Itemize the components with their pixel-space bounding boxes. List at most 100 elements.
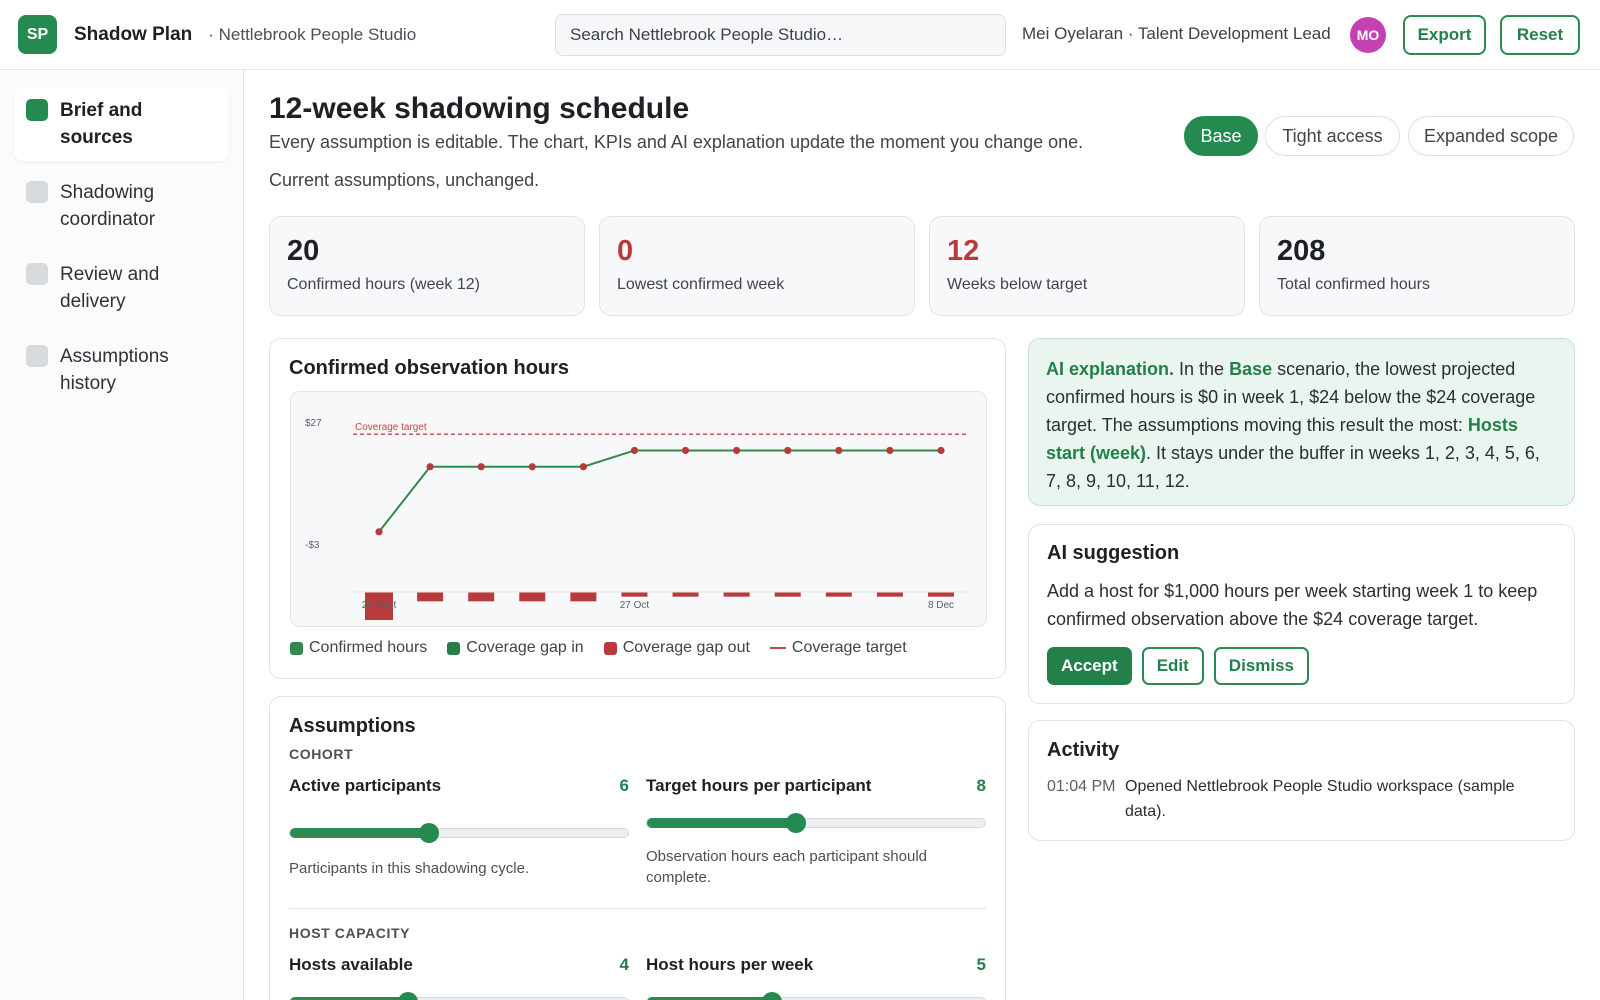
coverage-gap-out-bar [825, 592, 852, 597]
legend-item-coverage-gap-in: Coverage gap in [447, 639, 584, 657]
x-tick-label: 29 Sept [362, 600, 397, 611]
x-tick-label: 27 Oct [620, 600, 650, 611]
kpi-label: Total confirmed hours [1277, 276, 1430, 293]
slider-active-participants: Active participants 6 Participants in thi… [289, 776, 629, 888]
sidebar-item-coordinator[interactable]: Shadowing coordinator [14, 169, 229, 243]
slider-value: 6 [619, 776, 629, 795]
top-bar: SP Shadow Plan · Nettlebrook People Stud… [0, 0, 1600, 70]
ai-explanation-scenario: Base [1229, 359, 1273, 379]
slider-handle[interactable] [785, 813, 806, 833]
ai-explanation-lead: AI explanation. [1046, 359, 1175, 379]
kpi-value: 20 [287, 235, 320, 267]
slider-help-text: Observation hours each participant shoul… [646, 848, 928, 886]
user-name: Mei Oyelaran · Talent Development Lead [1022, 24, 1331, 43]
y-tick-label: -$3 [305, 540, 320, 551]
avatar[interactable]: MO [1350, 17, 1386, 53]
coverage-gap-out-bar [876, 592, 903, 597]
page-status: Current assumptions, unchanged. [269, 170, 540, 190]
slider-target-hours-per-participant: Target hours per participant 8 Observatio… [646, 776, 986, 888]
slider-handle[interactable] [418, 823, 439, 843]
ai-suggestion-text: Add a host for $1,000 hours per week sta… [1047, 581, 1538, 629]
coverage-gap-out-bar [774, 592, 801, 597]
confirmed-hours-point [528, 463, 536, 471]
legend-swatch [603, 641, 617, 655]
kpi-value: 208 [1277, 235, 1326, 267]
step-status-icon [26, 263, 48, 285]
scenario-tight-access-button[interactable]: Tight access [1265, 116, 1400, 156]
confirmed-hours-point [375, 528, 383, 536]
slider-handle[interactable] [762, 992, 783, 1000]
coverage-gap-out-bar [468, 592, 495, 602]
legend-swatch [290, 641, 303, 655]
sidebar-item-brief[interactable]: Brief and sources [14, 87, 229, 161]
coverage-gap-out-bar [519, 592, 546, 602]
kpi-value: 0 [617, 235, 634, 267]
sidebar-item-label: Review and delivery [60, 264, 160, 312]
confirmed-hours-point [733, 446, 741, 455]
edit-button[interactable]: Edit [1141, 647, 1204, 685]
kpi-value: 12 [947, 235, 980, 267]
sidebar-item-label: Brief and sources [60, 100, 143, 148]
ai-suggestion-actions: Accept Edit Dismiss [1047, 647, 1556, 685]
activity-title: Activity [1047, 739, 1120, 761]
slider-label: Host hours per week [646, 955, 814, 974]
chart-title: Confirmed observation hours [289, 357, 570, 379]
kpi-label: Confirmed hours (week 12) [287, 276, 480, 293]
coverage-gap-out-bar [928, 592, 954, 597]
reset-button[interactable]: Reset [1500, 15, 1580, 55]
coverage-gap-out-bar [621, 592, 648, 597]
legend-label: Coverage target [791, 639, 907, 656]
export-button[interactable]: Export [1403, 15, 1486, 55]
confirmed-hours-point [681, 446, 690, 455]
sidebar-item-review[interactable]: Review and delivery [14, 251, 229, 325]
kpi-lowest-confirmed-week: 0 Lowest confirmed week [599, 216, 915, 316]
coverage-gap-out-bar [417, 592, 444, 602]
slider-track[interactable] [289, 823, 629, 843]
section-divider [289, 908, 986, 909]
app-title: Shadow Plan [74, 23, 193, 45]
slider-value: 5 [976, 955, 986, 974]
ai-explanation-card: AI explanation. In the Base scenario, th… [1028, 338, 1575, 506]
confirmed-hours-point [835, 446, 843, 455]
section-label-host-capacity: HOST CAPACITY [289, 925, 411, 941]
sidebar: Brief and sources Shadowing coordinator … [0, 70, 244, 1000]
sidebar-item-label: Assumptions history [60, 346, 169, 394]
app-logo: SP [18, 15, 57, 54]
accept-button[interactable]: Accept [1047, 647, 1132, 685]
slider-track[interactable] [646, 813, 986, 833]
slider-label: Active participants [289, 776, 442, 795]
section-label-cohort: COHORT [289, 746, 354, 762]
legend-item-coverage-target: Coverage target [769, 639, 907, 657]
slider-host-hours-per-week: Host hours per week 5 [646, 955, 986, 1000]
sidebar-item-history[interactable]: Assumptions history [14, 333, 229, 407]
kpi-weeks-below-target: 12 Weeks below target [929, 216, 1245, 316]
scenario-expanded-scope-button[interactable]: Expanded scope [1408, 116, 1574, 156]
activity-time: 01:04 PM [1047, 778, 1116, 795]
confirmed-hours-chart: Coverage target $27 -$3 29 Sept 27 Oct 8 Dec [305, 418, 967, 620]
slider-label: Target hours per participant [646, 776, 872, 795]
confirmed-hours-point [426, 463, 434, 471]
x-tick-label: 8 Dec [928, 600, 954, 611]
dismiss-button[interactable]: Dismiss [1213, 647, 1309, 685]
chart-card: Confirmed observation hours Coverage tar… [269, 338, 1006, 679]
slider-help-text: Participants in this shadowing cycle. [289, 860, 530, 877]
chart-plot-area: Coverage target $27 -$3 29 Sept 27 Oct 8 Dec [290, 391, 987, 627]
sidebar-item-label: Shadowing coordinator [60, 182, 156, 230]
legend-label: Coverage gap in [466, 639, 584, 656]
slider-handle[interactable] [398, 992, 419, 1000]
activity-text: Opened Nettlebrook People Studio workspa… [1125, 778, 1515, 820]
ai-suggestion-card: AI suggestion Add a host for $1,000 hour… [1028, 524, 1575, 704]
slider-label: Hosts available [289, 955, 413, 974]
search-input[interactable] [555, 14, 1006, 56]
kpi-label: Lowest confirmed week [617, 276, 785, 293]
legend-label: Coverage gap out [622, 639, 750, 656]
confirmed-hours-point [579, 463, 587, 471]
scenario-base-button[interactable]: Base [1184, 116, 1258, 156]
slider-hosts-available: Hosts available 4 [289, 955, 629, 1000]
confirmed-hours-point [937, 446, 945, 455]
page-description: Every assumption is editable. The chart,… [269, 132, 1084, 152]
coverage-gap-out-bar [672, 592, 699, 597]
y-tick-label: $27 [305, 418, 322, 429]
page-title: 12-week shadowing schedule [269, 92, 690, 125]
kpi-label: Weeks below target [947, 276, 1088, 293]
